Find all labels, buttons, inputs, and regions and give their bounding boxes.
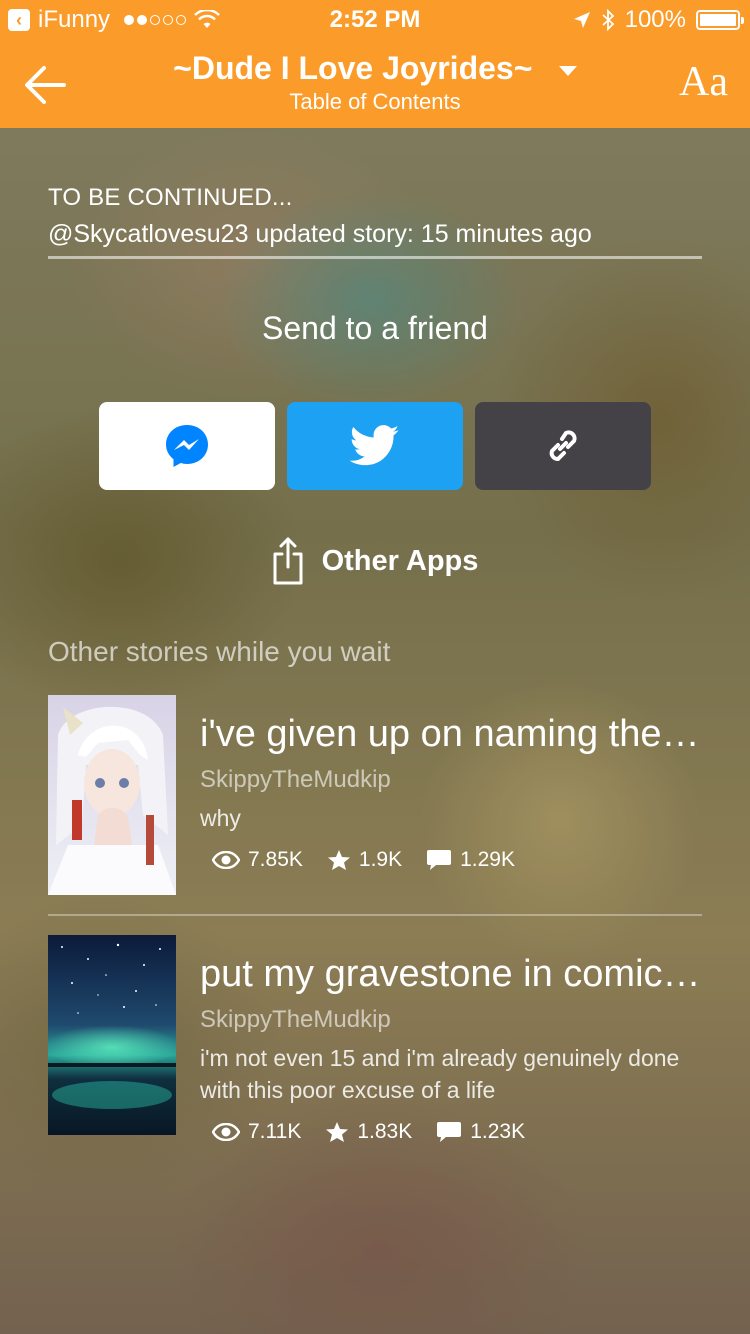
story-description: i'm not even 15 and i'm already genuinel… (200, 1045, 680, 1103)
messenger-share-button[interactable] (99, 402, 275, 490)
location-arrow-icon (573, 12, 590, 28)
story-stats: 7.11K 1.83K 1.23K (200, 1120, 702, 1144)
votes-stat: 1.83K (325, 1120, 412, 1144)
battery-percent: 100% (624, 6, 686, 33)
table-of-contents-label[interactable]: Table of Contents (0, 89, 750, 115)
share-upload-icon (273, 537, 303, 585)
comments-stat: 1.29K (426, 848, 515, 872)
comment-icon (437, 1122, 462, 1142)
star-icon (327, 850, 350, 870)
link-icon (549, 430, 577, 461)
twitter-share-button[interactable] (287, 402, 463, 490)
send-to-friend-title: Send to a friend (262, 310, 488, 346)
messenger-icon (166, 425, 208, 467)
status-bar-right: 100% (573, 6, 744, 34)
navigation-bar: ~Dude I Love Joyrides~ Table of Contents… (0, 40, 750, 128)
reads-stat: 7.85K (212, 848, 303, 872)
other-apps-label[interactable]: Other Apps (322, 545, 479, 578)
story-description: why (200, 805, 241, 831)
divider (48, 256, 702, 259)
story-title[interactable]: ~Dude I Love Joyrides~ (173, 50, 532, 87)
story-stats: 7.85K 1.9K 1.29K (200, 848, 702, 872)
other-apps-button[interactable]: Other Apps (0, 536, 750, 586)
eye-icon (212, 1123, 240, 1141)
font-settings-button[interactable]: Aa (679, 58, 728, 106)
story-info[interactable]: i've given up on naming the… SkippyTheMu… (200, 713, 702, 872)
comments-stat: 1.23K (436, 1120, 525, 1144)
eye-icon (212, 851, 240, 869)
twitter-bird-icon (350, 425, 399, 466)
comment-icon (427, 850, 452, 870)
votes-count: 1.83K (357, 1120, 413, 1143)
reads-count: 7.11K (248, 1120, 302, 1143)
story-card[interactable]: i've given up on naming the… SkippyTheMu… (48, 695, 702, 895)
reads-stat: 7.11K (212, 1120, 301, 1144)
comments-count: 1.29K (460, 848, 515, 871)
updated-story-text: @Skycatlovesu23 updated story: 15 minute… (48, 220, 592, 248)
status-bar: ‹ iFunny 2:52 PM 100% (0, 0, 750, 40)
share-buttons (99, 402, 651, 490)
battery-fill (700, 14, 736, 26)
copy-link-button[interactable] (475, 402, 651, 490)
comments-count: 1.23K (470, 1120, 526, 1143)
battery-icon (696, 10, 744, 30)
story-card[interactable]: put my gravestone in comic… SkippyTheMud… (48, 935, 702, 1143)
story-cover-image[interactable] (48, 935, 176, 1135)
story-author[interactable]: SkippyTheMudkip (200, 766, 702, 794)
to-be-continued-label: TO BE CONTINUED... (48, 184, 293, 211)
story-info[interactable]: put my gravestone in comic… SkippyTheMud… (200, 953, 702, 1144)
bluetooth-icon (602, 9, 614, 31)
story-title[interactable]: i've given up on naming the… (200, 713, 702, 756)
list-divider (48, 914, 702, 916)
reads-count: 7.85K (248, 848, 303, 871)
recommendations-header: Other stories while you wait (48, 636, 391, 667)
story-author[interactable]: SkippyTheMudkip (200, 1006, 702, 1034)
votes-stat: 1.9K (327, 848, 402, 872)
star-icon (326, 1122, 349, 1142)
votes-count: 1.9K (358, 848, 403, 871)
story-cover-image[interactable] (48, 695, 176, 895)
story-title[interactable]: put my gravestone in comic… (200, 953, 702, 996)
story-title-dropdown[interactable]: ~Dude I Love Joyrides~ Table of Contents (0, 50, 750, 115)
chevron-down-icon[interactable] (558, 65, 577, 76)
